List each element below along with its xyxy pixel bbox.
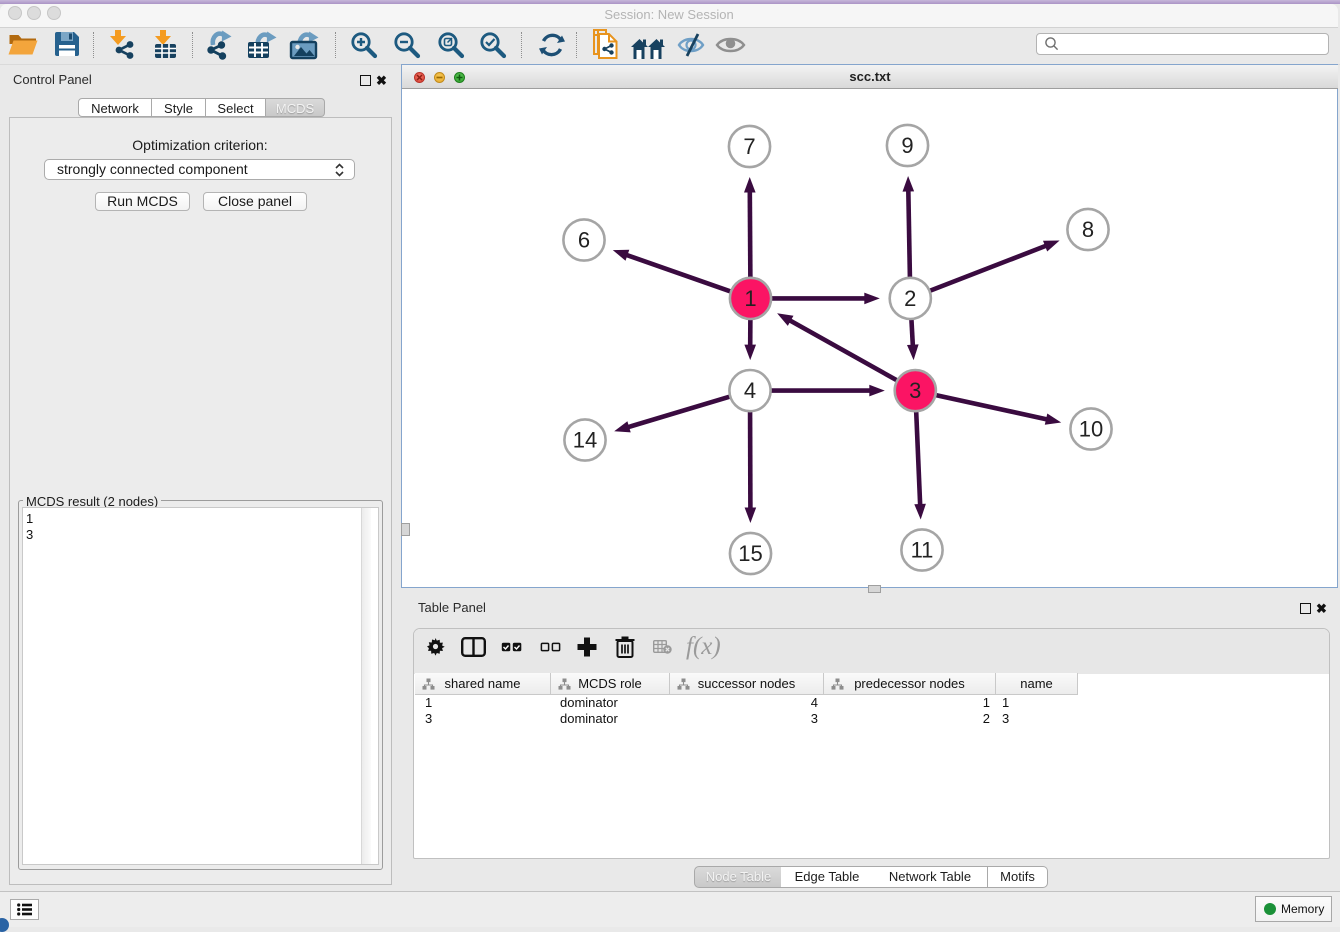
svg-text:3: 3 — [909, 378, 921, 403]
svg-text:4: 4 — [744, 378, 756, 403]
svg-text:2: 2 — [904, 286, 916, 311]
svg-text:14: 14 — [573, 428, 597, 453]
svg-text:10: 10 — [1079, 417, 1103, 442]
svg-text:9: 9 — [901, 133, 913, 158]
svg-text:6: 6 — [578, 228, 590, 253]
svg-text:15: 15 — [738, 541, 762, 566]
svg-text:8: 8 — [1082, 217, 1094, 242]
svg-text:11: 11 — [911, 538, 934, 563]
svg-text:1: 1 — [744, 286, 756, 311]
svg-text:7: 7 — [743, 134, 755, 159]
